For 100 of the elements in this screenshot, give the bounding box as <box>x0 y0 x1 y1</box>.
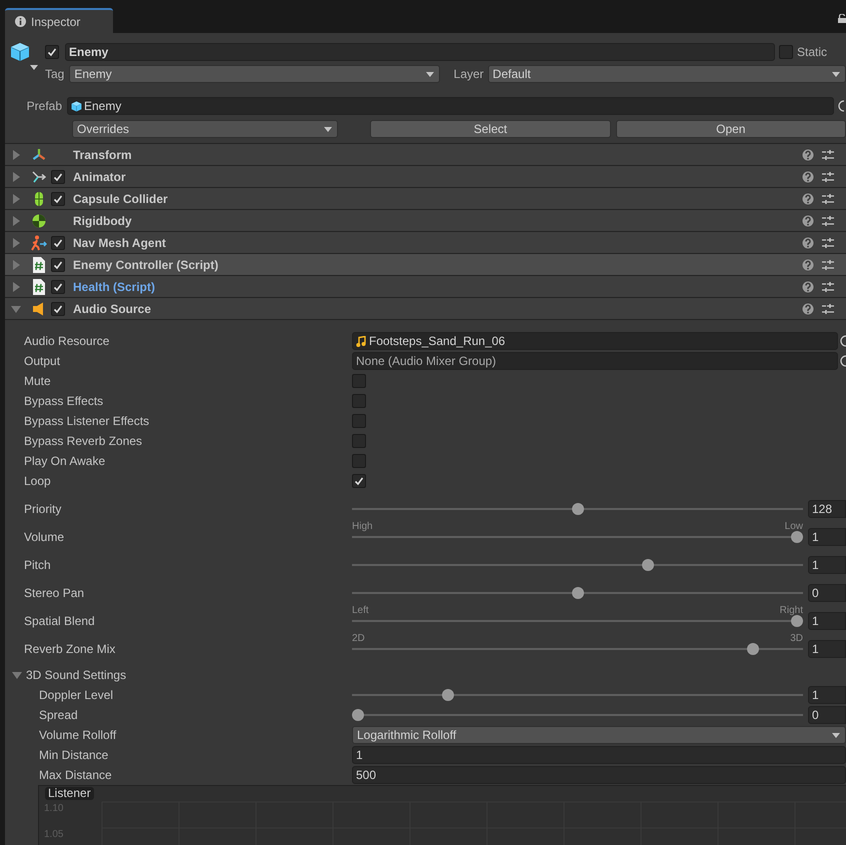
number-field[interactable]: 1 <box>808 640 846 658</box>
number-field[interactable]: 1 <box>808 556 846 574</box>
checkbox[interactable] <box>352 374 366 388</box>
checkbox[interactable] <box>352 474 366 488</box>
field-label: Max Distance <box>38 767 113 784</box>
number-field[interactable]: 1 <box>808 528 846 546</box>
name-field[interactable]: Enemy <box>65 43 775 61</box>
component-header[interactable]: Nav Mesh Agent <box>5 232 846 254</box>
component-header[interactable]: Enemy Controller (Script) <box>5 254 846 276</box>
field-label: Mute <box>23 373 52 390</box>
target-icon[interactable] <box>836 98 844 114</box>
static-checkbox[interactable] <box>779 45 793 59</box>
component-header[interactable]: Audio Source <box>5 298 846 320</box>
component-header[interactable]: Health (Script) <box>5 276 846 298</box>
foldout-arrow-icon[interactable] <box>11 194 21 204</box>
help-icon[interactable] <box>802 192 814 204</box>
object-field[interactable]: Footsteps_Sand_Run_06 <box>352 332 838 350</box>
settings-icon[interactable] <box>822 280 834 292</box>
min-label: 2D <box>352 632 365 646</box>
prefab-field[interactable]: Enemy <box>67 97 834 115</box>
sphere-icon <box>32 214 46 228</box>
slider-thumb[interactable] <box>442 689 454 701</box>
foldout-arrow-icon[interactable] <box>11 216 21 226</box>
settings-icon[interactable] <box>822 170 834 182</box>
foldout-arrow-icon[interactable] <box>11 238 21 248</box>
static-label: Static <box>797 44 828 61</box>
foldout-arrow-icon[interactable] <box>11 172 21 182</box>
script-icon <box>33 256 45 272</box>
checkbox[interactable] <box>352 434 366 448</box>
field-label: Volume Rolloff <box>38 727 118 744</box>
enabled-checkbox[interactable] <box>51 280 65 294</box>
foldout-arrow-icon[interactable] <box>11 304 21 314</box>
open-button[interactable]: Open <box>616 120 846 138</box>
dropdown[interactable]: Logarithmic Rolloff <box>352 726 846 744</box>
number-field[interactable]: 0 <box>808 584 846 602</box>
slider-thumb[interactable] <box>572 587 584 599</box>
select-button[interactable]: Select <box>370 120 611 138</box>
number-field[interactable]: 128 <box>808 500 846 518</box>
enabled-checkbox[interactable] <box>51 236 65 250</box>
checkbox[interactable] <box>352 394 366 408</box>
caret-icon[interactable] <box>30 64 38 70</box>
help-icon[interactable] <box>802 170 814 182</box>
slider-thumb[interactable] <box>791 531 803 543</box>
number-field[interactable]: 500 <box>352 766 846 784</box>
slider-thumb[interactable] <box>791 615 803 627</box>
slider-thumb[interactable] <box>747 643 760 655</box>
inspector-tab[interactable]: Inspector <box>5 8 113 33</box>
component-header[interactable]: Capsule Collider <box>5 188 846 210</box>
lock-icon[interactable] <box>838 14 846 23</box>
number-field[interactable]: 1 <box>808 686 846 704</box>
foldout-arrow-icon[interactable] <box>12 670 22 680</box>
cube-icon <box>71 100 82 112</box>
field-label: Bypass Listener Effects <box>23 413 150 430</box>
component-header[interactable]: Rigidbody <box>5 210 846 232</box>
object-field[interactable]: None (Audio Mixer Group) <box>352 352 838 370</box>
animator-icon <box>32 170 46 184</box>
component-header[interactable]: Animator <box>5 166 846 188</box>
max-label: Low <box>784 520 803 534</box>
speaker-icon <box>32 302 46 316</box>
help-icon[interactable] <box>802 280 814 292</box>
enabled-checkbox[interactable] <box>51 192 65 206</box>
field-label: Min Distance <box>38 747 110 764</box>
settings-icon[interactable] <box>822 302 834 314</box>
settings-icon[interactable] <box>822 148 834 160</box>
checkbox[interactable] <box>352 454 366 468</box>
component-header[interactable]: Transform <box>5 144 846 166</box>
cube-icon[interactable] <box>10 42 30 62</box>
help-icon[interactable] <box>802 148 814 160</box>
overrides-dropdown[interactable]: Overrides <box>72 120 338 138</box>
layer-dropdown[interactable]: Default <box>488 65 846 83</box>
settings-icon[interactable] <box>822 192 834 204</box>
foldout-arrow-icon[interactable] <box>11 282 21 292</box>
settings-icon[interactable] <box>822 258 834 270</box>
number-field[interactable]: 0 <box>808 706 846 724</box>
checkbox[interactable] <box>352 414 366 428</box>
tag-dropdown[interactable]: Enemy <box>69 65 440 83</box>
field-label: Bypass Effects <box>23 393 104 410</box>
help-icon[interactable] <box>802 258 814 270</box>
enabled-checkbox[interactable] <box>51 170 65 184</box>
min-label: Left <box>352 604 369 618</box>
help-icon[interactable] <box>802 236 814 248</box>
slider-thumb[interactable] <box>352 709 364 721</box>
transform-icon <box>32 148 46 162</box>
slider-label: Reverb Zone Mix <box>23 641 116 658</box>
settings-icon[interactable] <box>822 236 834 248</box>
help-icon[interactable] <box>802 214 814 226</box>
info-icon <box>15 16 26 27</box>
active-checkbox[interactable] <box>45 45 59 59</box>
settings-icon[interactable] <box>822 214 834 226</box>
slider-thumb[interactable] <box>572 503 584 515</box>
number-field[interactable]: 1 <box>808 612 846 630</box>
target-icon[interactable] <box>838 353 846 369</box>
enabled-checkbox[interactable] <box>51 258 65 272</box>
foldout-arrow-icon[interactable] <box>11 150 21 160</box>
number-field[interactable]: 1 <box>352 746 846 764</box>
target-icon[interactable] <box>838 333 846 349</box>
slider-thumb[interactable] <box>642 559 654 571</box>
foldout-label[interactable]: 3D Sound Settings <box>26 666 126 684</box>
help-icon[interactable] <box>802 302 814 314</box>
enabled-checkbox[interactable] <box>51 302 65 316</box>
